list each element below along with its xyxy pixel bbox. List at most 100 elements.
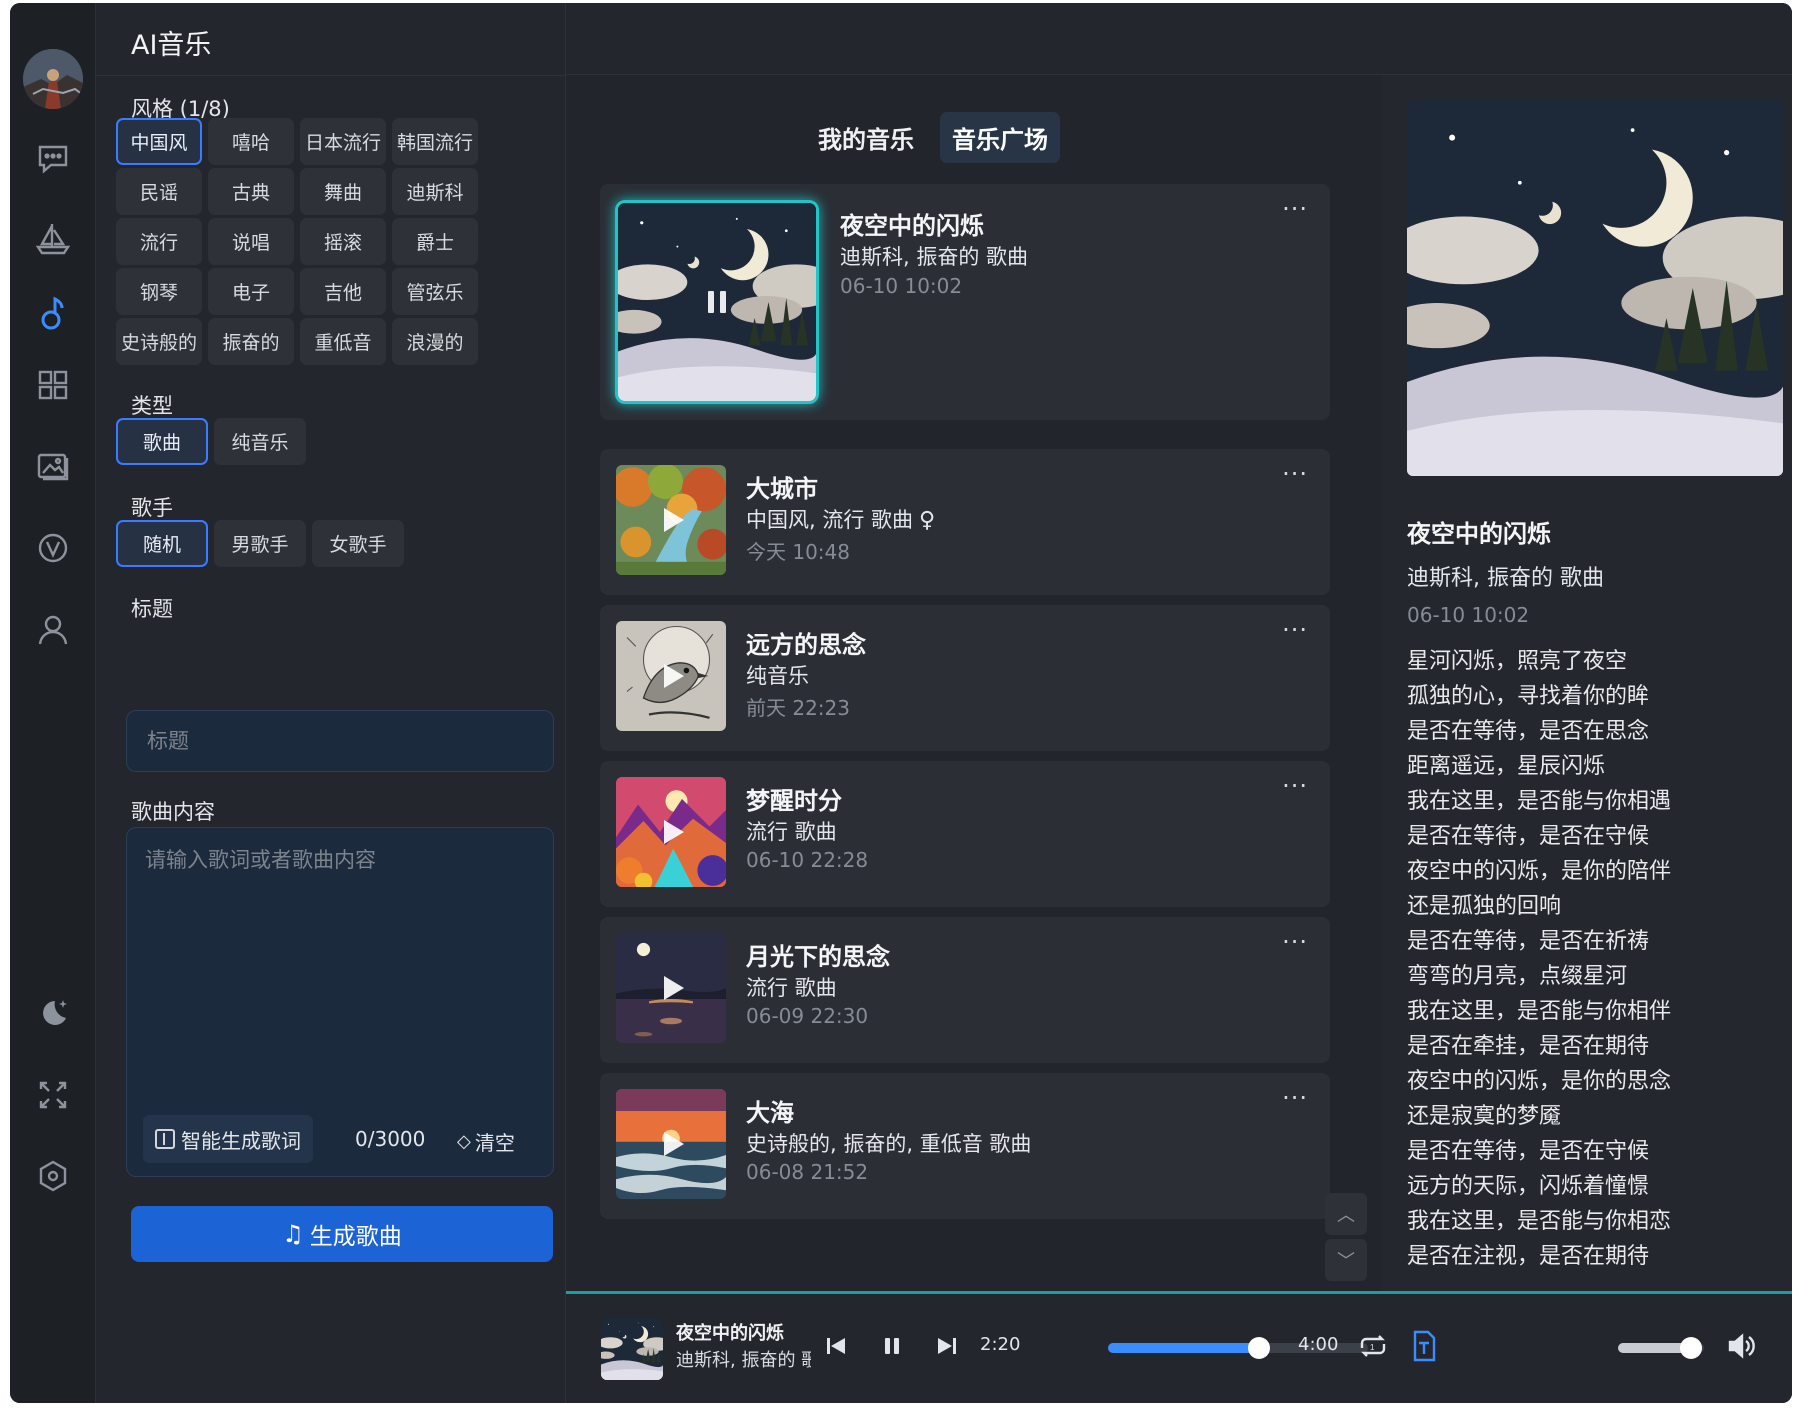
song-cover-art[interactable]: [616, 933, 726, 1043]
player-cover-art[interactable]: [601, 1318, 663, 1380]
volume-knob[interactable]: [1680, 1337, 1703, 1359]
play-icon[interactable]: [664, 976, 684, 1000]
style-chip[interactable]: 民谣: [116, 168, 202, 215]
icon-rail: [10, 3, 96, 1403]
tab-my-music[interactable]: 我的音乐: [806, 112, 926, 163]
song-meta: 史诗般的, 振奋的, 重低音 歌曲: [746, 1128, 1031, 1158]
song-card[interactable]: 远方的思念 纯音乐 前天 22:23 ···: [600, 605, 1330, 751]
type-chip[interactable]: 歌曲: [116, 418, 208, 465]
eraser-icon: ◇: [457, 1131, 471, 1152]
settings-icon[interactable]: [33, 1156, 73, 1196]
style-chip[interactable]: 韩国流行: [392, 118, 478, 165]
song-card[interactable]: 梦醒时分 流行 歌曲 06-10 22:28 ···: [600, 761, 1330, 907]
progress-knob[interactable]: [1247, 1337, 1270, 1359]
app-title: AI音乐: [131, 30, 212, 61]
more-options-icon[interactable]: ···: [1282, 1086, 1308, 1110]
avatar[interactable]: [23, 49, 83, 109]
style-chip[interactable]: 史诗般的: [116, 318, 202, 365]
style-chip[interactable]: 嘻哈: [208, 118, 294, 165]
style-chip[interactable]: 重低音: [300, 318, 386, 365]
song-cover-art[interactable]: [616, 1089, 726, 1199]
type-chip[interactable]: 纯音乐: [214, 418, 306, 465]
song-tags: 迪斯科, 振奋的 歌曲: [840, 245, 1029, 269]
more-options-icon[interactable]: ···: [1282, 930, 1308, 954]
style-chip[interactable]: 中国风: [116, 118, 202, 165]
v-badge-icon[interactable]: [33, 528, 73, 568]
previous-track-icon[interactable]: [816, 1326, 856, 1366]
user-icon[interactable]: [33, 610, 73, 650]
style-chip[interactable]: 振奋的: [208, 318, 294, 365]
lyric-line: 夜空中的闪烁，是你的思念: [1407, 1069, 1672, 1094]
singer-chip[interactable]: 男歌手: [214, 520, 306, 567]
ai-lyrics-icon: [155, 1129, 175, 1149]
lyric-line: 还是孤独的回响: [1407, 894, 1562, 919]
play-icon[interactable]: [664, 820, 684, 844]
volume-slider[interactable]: [1618, 1337, 1704, 1359]
more-options-icon[interactable]: ···: [1282, 774, 1308, 798]
avatar-image: [23, 49, 83, 109]
style-chip[interactable]: 爵士: [392, 218, 478, 265]
song-card[interactable]: 月光下的思念 流行 歌曲 06-09 22:30 ···: [600, 917, 1330, 1063]
song-card[interactable]: 大海 史诗般的, 振奋的, 重低音 歌曲 06-08 21:52 ···: [600, 1073, 1330, 1219]
lyric-line: 是否在等待，是否在思念: [1407, 719, 1650, 744]
content-box: 智能生成歌词 0/3000 ◇ 清空: [126, 827, 554, 1177]
song-cover-art[interactable]: [616, 621, 726, 731]
lyric-line: 我在这里，是否能与你相伴: [1407, 999, 1672, 1024]
song-date: 06-09 22:30: [746, 1004, 869, 1028]
play-icon[interactable]: [664, 664, 684, 688]
sailboat-icon[interactable]: [33, 218, 73, 258]
style-chip[interactable]: 电子: [208, 268, 294, 315]
style-chip[interactable]: 迪斯科: [392, 168, 478, 215]
title-input[interactable]: [126, 710, 554, 772]
play-icon[interactable]: [664, 1132, 684, 1156]
song-list-column: 我的音乐 音乐广场 夜空中的闪烁 迪斯科, 振奋的 歌曲 06-10 10:02 ··…: [566, 76, 1382, 1291]
dark-mode-icon[interactable]: [33, 993, 73, 1033]
style-chip[interactable]: 管弦乐: [392, 268, 478, 315]
clear-button[interactable]: ◇ 清空: [457, 1127, 515, 1156]
apps-grid-icon[interactable]: [33, 365, 73, 405]
repeat-icon[interactable]: 1: [1353, 1326, 1393, 1366]
style-chip[interactable]: 日本流行: [300, 118, 386, 165]
lyrics-text-icon[interactable]: [1404, 1326, 1444, 1366]
image-gallery-icon[interactable]: [33, 446, 73, 486]
generate-lyrics-button[interactable]: 智能生成歌词: [143, 1115, 313, 1163]
volume-icon[interactable]: [1721, 1326, 1761, 1366]
chat-icon[interactable]: [33, 138, 73, 178]
style-chip[interactable]: 浪漫的: [392, 318, 478, 365]
generate-song-label: 生成歌曲: [309, 1224, 402, 1250]
fullscreen-icon[interactable]: [33, 1075, 73, 1115]
generate-lyrics-label: 智能生成歌词: [181, 1128, 301, 1153]
singer-chip[interactable]: 随机: [116, 520, 208, 567]
pause-icon[interactable]: [708, 291, 726, 313]
singer-chip[interactable]: 女歌手: [312, 520, 404, 567]
song-card[interactable]: 大城市 中国风, 流行 歌曲 ♀ 今天 10:48 ···: [600, 449, 1330, 595]
more-options-icon[interactable]: ···: [1282, 462, 1308, 486]
music-note-icon[interactable]: [33, 293, 73, 333]
song-cover-art[interactable]: [616, 465, 726, 575]
lyric-line: 是否在等待，是否在祈祷: [1407, 929, 1650, 954]
more-options-icon[interactable]: ···: [1282, 618, 1308, 642]
generate-song-button[interactable]: ♫ 生成歌曲: [131, 1206, 553, 1262]
scroll-down-icon[interactable]: ﹀: [1325, 1239, 1367, 1281]
tab-music-square[interactable]: 音乐广场: [940, 112, 1060, 163]
style-chip[interactable]: 吉他: [300, 268, 386, 315]
song-cover-art[interactable]: [615, 200, 819, 404]
next-track-icon[interactable]: [927, 1326, 967, 1366]
style-chip[interactable]: 流行: [116, 218, 202, 265]
style-chip[interactable]: 说唱: [208, 218, 294, 265]
list-scroll-controls: ︿ ﹀: [1325, 1193, 1367, 1285]
title-section-label: 标题: [131, 597, 173, 621]
lyric-line: 我在这里，是否能与你相恋: [1407, 1209, 1672, 1234]
style-chip[interactable]: 摇滚: [300, 218, 386, 265]
song-cover-art[interactable]: [616, 777, 726, 887]
more-options-icon[interactable]: ···: [1282, 197, 1308, 221]
lyrics-textarea[interactable]: [145, 844, 535, 1094]
scroll-up-icon[interactable]: ︿: [1325, 1193, 1367, 1235]
style-chip[interactable]: 古典: [208, 168, 294, 215]
song-card[interactable]: 夜空中的闪烁 迪斯科, 振奋的 歌曲 06-10 10:02 ···: [600, 184, 1330, 420]
play-icon[interactable]: [664, 508, 684, 532]
pause-icon[interactable]: [872, 1326, 912, 1366]
style-chip[interactable]: 舞曲: [300, 168, 386, 215]
style-chip[interactable]: 钢琴: [116, 268, 202, 315]
lyric-line: 是否在牵挂，是否在期待: [1407, 1034, 1650, 1059]
